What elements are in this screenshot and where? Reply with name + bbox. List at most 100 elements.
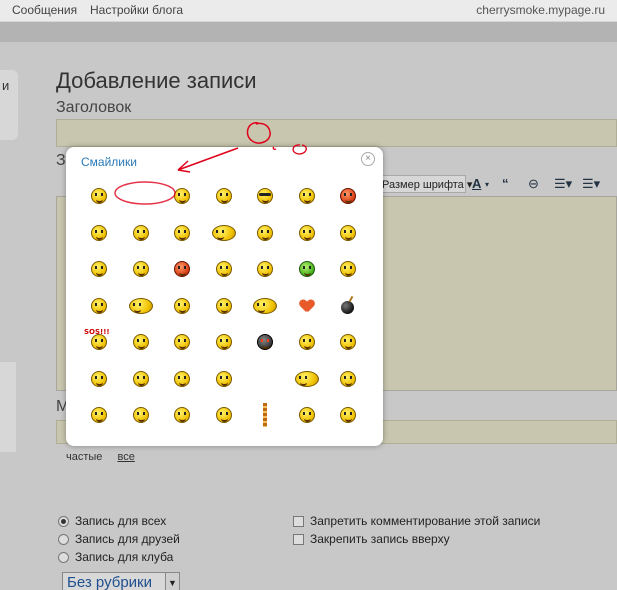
radio-visibility-friends[interactable]: Запись для друзей [58, 532, 180, 546]
font-color-button[interactable]: A [472, 176, 481, 191]
blush-icon [340, 188, 356, 204]
smiley-worried[interactable] [167, 181, 197, 211]
smiley-thinking[interactable] [126, 254, 156, 284]
worried-icon [174, 188, 190, 204]
category-select[interactable]: Без рубрики ▼ [62, 572, 180, 590]
smiley-waving[interactable] [84, 291, 114, 321]
shocked-icon [132, 370, 149, 387]
smiley-rose[interactable] [167, 291, 197, 321]
smiley-kissing[interactable] [250, 254, 280, 284]
smiley-hands-up[interactable] [292, 218, 322, 248]
link-icon[interactable]: ⊖ [528, 176, 539, 192]
smiley-grin[interactable] [292, 181, 322, 211]
nav-messages-link[interactable]: Сообщения [12, 3, 77, 17]
smiley-blank [126, 181, 156, 211]
radio-button[interactable] [58, 515, 69, 527]
smiley-dancing[interactable] [333, 327, 363, 357]
left-sidebar-panel [0, 362, 16, 452]
font-size-label: Размер шрифта [382, 179, 464, 191]
radio-visibility-club[interactable]: Запись для клуба [58, 550, 173, 564]
smileys-dialog: Смайлики × SOS!!! [66, 147, 383, 446]
smiley-green-sick[interactable] [292, 254, 322, 284]
body-label: З [56, 152, 66, 169]
smiley-devil[interactable] [167, 254, 197, 284]
bulleted-list-icon[interactable]: ☰▾ [554, 176, 572, 192]
scared-icon [174, 224, 190, 241]
bomb-icon [341, 300, 354, 314]
chevron-down-icon[interactable]: ▼ [165, 573, 179, 590]
smiley-hugging[interactable] [250, 291, 280, 321]
smiley-kiss[interactable] [209, 181, 239, 211]
smiley-girl-pigtails[interactable] [209, 218, 239, 248]
smiley-hands-clap[interactable] [126, 327, 156, 357]
smiley-surprised[interactable] [167, 364, 197, 394]
smiley-arms-wide[interactable] [292, 364, 322, 394]
sidebar-label: и [2, 78, 10, 93]
smiley-ruler-measure[interactable] [250, 400, 280, 430]
smiley-music[interactable] [292, 400, 322, 430]
smiley-sleepy[interactable] [209, 400, 239, 430]
girl-pigtails-icon [211, 224, 236, 241]
smiley-dark-red-eyes[interactable] [250, 327, 280, 357]
smiley-sos-sign[interactable]: SOS!!! [84, 327, 114, 357]
checkbox-disable-comments[interactable]: Запретить комментирование этой записи [293, 514, 540, 528]
smiley-peek[interactable] [292, 327, 322, 357]
radio-button[interactable] [58, 551, 69, 563]
hands-clap-icon [132, 334, 149, 350]
smiley-flower[interactable] [333, 400, 363, 430]
crazy-icon [340, 224, 356, 241]
dialog-title: Смайлики [81, 155, 137, 169]
smiley-smile[interactable] [84, 181, 114, 211]
font-size-select[interactable]: Размер шрифта ▾ [378, 175, 472, 193]
thinking-icon [132, 261, 149, 277]
radio-label: Запись для друзей [75, 532, 180, 546]
checkbox-pin-top[interactable]: Закрепить запись вверху [293, 532, 450, 546]
radio-visibility-all[interactable]: Запись для всех [58, 514, 166, 528]
smiley-pointing[interactable] [84, 364, 114, 394]
smiley-heart[interactable] [292, 291, 322, 321]
grin-icon [298, 188, 315, 204]
title-input[interactable] [56, 119, 617, 147]
smiley-shocked[interactable] [126, 364, 156, 394]
dark-red-eyes-icon [257, 334, 273, 350]
numbered-list-icon[interactable]: ☰▾ [582, 176, 600, 192]
smiley-neutral[interactable] [333, 254, 363, 284]
checkbox[interactable] [293, 533, 304, 545]
smiley-angel-hands[interactable] [84, 218, 114, 248]
smiley-girls-pair[interactable] [126, 291, 156, 321]
smiley-bomb[interactable] [333, 291, 363, 321]
smiley-sad[interactable] [126, 218, 156, 248]
smiley-scared[interactable] [167, 218, 197, 248]
angel-hands-icon [91, 224, 107, 241]
kissing-icon [257, 261, 273, 277]
left-sidebar-tab[interactable]: и [0, 70, 18, 140]
smiley-wink-small[interactable] [84, 254, 114, 284]
checkbox-label: Закрепить запись вверху [310, 532, 450, 546]
chevron-down-icon[interactable]: ▾ [485, 180, 489, 189]
checkbox[interactable] [293, 515, 304, 527]
smiley-headphones[interactable] [209, 254, 239, 284]
nav-blog-settings-link[interactable]: Настройки блога [90, 3, 183, 17]
tab-all[interactable]: все [117, 451, 134, 463]
radio-label: Запись для клуба [75, 550, 174, 564]
ruler-measure-icon [263, 403, 267, 427]
hugging-icon [253, 297, 277, 314]
smiley-grabbing[interactable] [333, 364, 363, 394]
smiley-yawn[interactable] [84, 400, 114, 430]
smiley-wink[interactable] [250, 218, 280, 248]
site-domain-link[interactable]: cherrysmoke.mypage.ru [476, 3, 605, 17]
close-icon[interactable]: × [361, 152, 375, 166]
radio-button[interactable] [58, 533, 69, 545]
smiley-victory[interactable] [209, 291, 239, 321]
smiley-lol[interactable] [209, 327, 239, 357]
smiley-crazy[interactable] [333, 218, 363, 248]
quote-button[interactable]: “ [502, 176, 509, 191]
smiley-nodding[interactable] [126, 400, 156, 430]
devil-icon [174, 261, 190, 277]
smiley-cool[interactable] [250, 181, 280, 211]
smiley-laughing[interactable] [167, 400, 197, 430]
tab-frequent[interactable]: частые [66, 451, 102, 463]
smiley-hat[interactable] [167, 327, 197, 357]
smiley-facepalm[interactable] [209, 364, 239, 394]
smiley-blush[interactable] [333, 181, 363, 211]
